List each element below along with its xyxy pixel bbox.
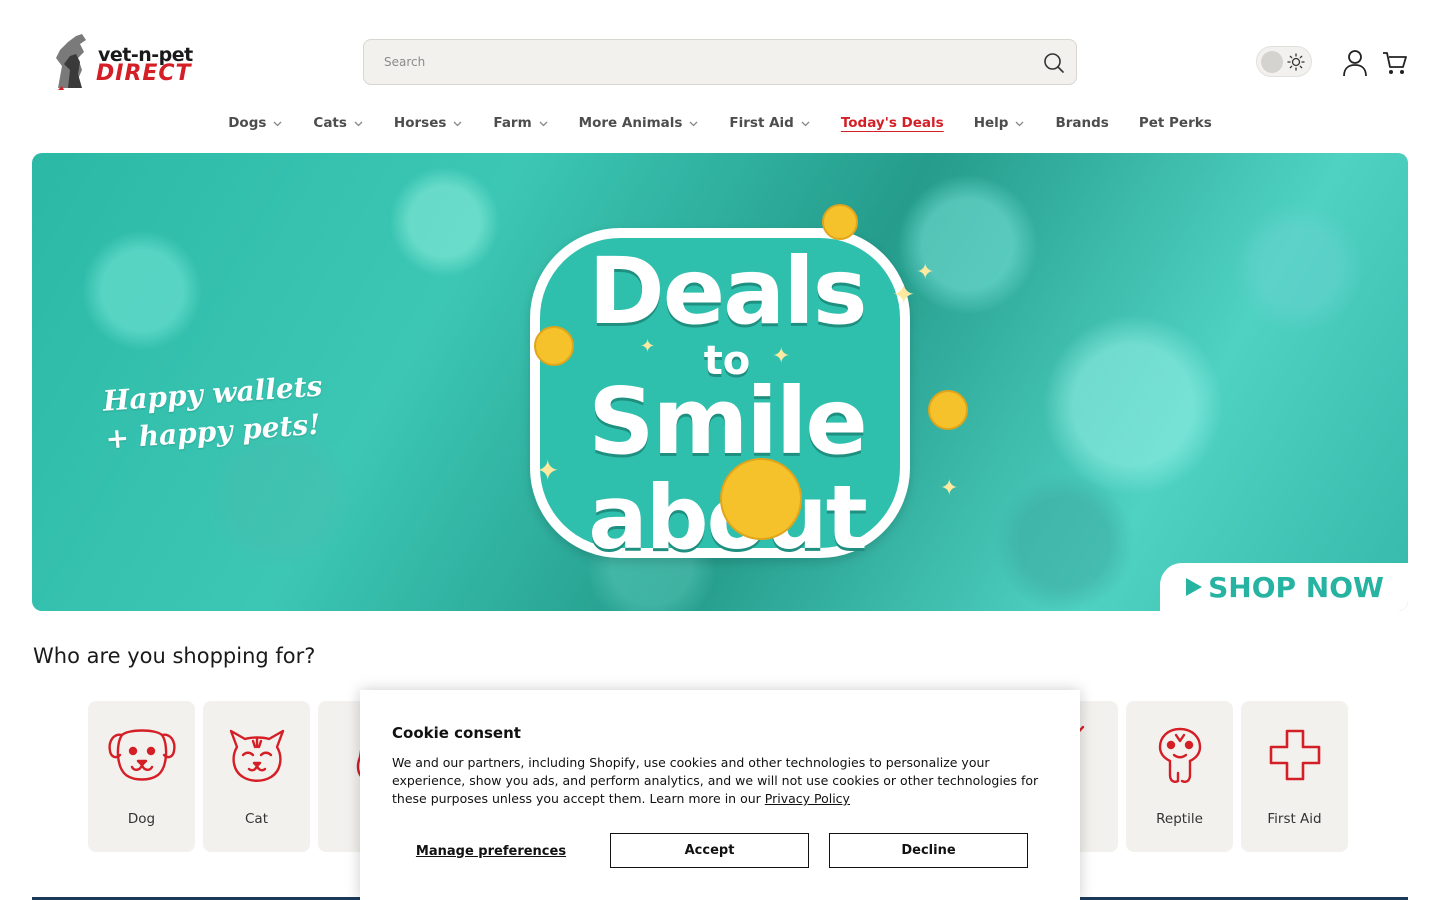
nav-dogs[interactable]: Dogs <box>228 108 283 138</box>
cookie-consent-dialog: Cookie consent We and our partners, incl… <box>360 690 1080 900</box>
nav-label: Cats <box>313 115 347 131</box>
chevron-down-icon <box>801 121 810 126</box>
nav-label: Dogs <box>228 115 267 131</box>
search-button[interactable] <box>1042 51 1066 75</box>
nav-cats[interactable]: Cats <box>313 108 364 138</box>
site-header: vet-n-pet DIRECT <box>0 0 1440 104</box>
cookie-body: We and our partners, including Shopify, … <box>392 754 1042 808</box>
hero-banner[interactable]: Happy wallets + happy pets! Deals to Smi… <box>32 153 1408 611</box>
user-icon <box>1343 50 1367 77</box>
sun-icon <box>1287 53 1305 71</box>
accept-button[interactable]: Accept <box>610 833 809 868</box>
nav-pet-perks[interactable]: Pet Perks <box>1139 108 1212 138</box>
nav-first-aid[interactable]: First Aid <box>729 108 810 138</box>
sparkle-icon: ✦ <box>640 336 656 357</box>
sparkle-icon: ✦ <box>772 344 791 369</box>
nav-brands[interactable]: Brands <box>1055 108 1108 138</box>
chevron-down-icon <box>453 121 462 126</box>
deals-badge: Deals to Smile about ✦ ✦ ✦ ✦ ✦ ✦ <box>522 204 968 569</box>
privacy-policy-link[interactable]: Privacy Policy <box>765 791 850 806</box>
section-title: Who are you shopping for? <box>33 644 316 668</box>
smile-emoji-icon <box>534 326 574 366</box>
shop-now-label: SHOP NOW <box>1208 570 1384 604</box>
decline-button[interactable]: Decline <box>829 833 1028 868</box>
badge-line-deals: Deals <box>588 238 867 345</box>
category-label: Reptile <box>1156 811 1203 827</box>
sparkle-icon: ✦ <box>940 476 959 501</box>
chevron-down-icon <box>354 121 363 126</box>
cookie-body-text: We and our partners, including Shopify, … <box>392 755 1039 806</box>
search-bar <box>363 39 1077 85</box>
category-label: Cat <box>245 811 268 827</box>
chevron-down-icon <box>273 121 282 126</box>
cat-icon <box>229 729 285 782</box>
nav-farm[interactable]: Farm <box>493 108 548 138</box>
nav-label: Brands <box>1055 115 1109 131</box>
reptile-icon <box>1158 727 1202 783</box>
sparkle-icon: ✦ <box>916 260 935 285</box>
dog-icon <box>108 729 176 781</box>
play-arrow-icon <box>1186 578 1203 596</box>
shop-now-button[interactable]: SHOP NOW <box>1160 563 1408 611</box>
smile-emoji-icon <box>822 204 858 240</box>
cookie-title: Cookie consent <box>392 724 521 742</box>
chevron-down-icon <box>1015 121 1024 126</box>
cart-button[interactable] <box>1381 49 1409 77</box>
manage-preferences-button[interactable]: Manage preferences <box>392 834 590 868</box>
site-logo[interactable]: vet-n-pet DIRECT <box>48 30 224 92</box>
hero-tagline: Happy wallets + happy pets! <box>102 367 327 458</box>
first-aid-cross-icon <box>1269 729 1321 781</box>
nav-label: Farm <box>493 115 532 131</box>
search-input[interactable] <box>384 40 1024 84</box>
cart-icon <box>1383 52 1407 74</box>
nav-label: More Animals <box>578 115 683 131</box>
theme-toggle-knob <box>1261 51 1283 73</box>
nav-todays-deals[interactable]: Today's Deals <box>841 108 944 138</box>
main-nav: Dogs Cats Horses Farm More Animals First… <box>0 108 1440 138</box>
nav-horses[interactable]: Horses <box>394 108 463 138</box>
category-card-reptile[interactable]: Reptile <box>1126 701 1233 852</box>
laugh-emoji-icon <box>720 458 802 540</box>
logo-text-bottom: DIRECT <box>96 61 192 86</box>
theme-toggle[interactable] <box>1256 46 1312 77</box>
nav-help[interactable]: Help <box>974 108 1026 138</box>
nav-label: Pet Perks <box>1138 115 1212 131</box>
sparkle-icon: ✦ <box>536 454 560 487</box>
chevron-down-icon <box>689 121 698 126</box>
category-card-first-aid[interactable]: First Aid <box>1241 701 1348 852</box>
nav-label: Help <box>973 115 1009 131</box>
nav-label: First Aid <box>729 115 794 131</box>
smile-emoji-icon <box>928 390 968 430</box>
category-card-dog[interactable]: Dog <box>88 701 195 852</box>
badge-line-smile: Smile <box>588 368 868 475</box>
category-label: First Aid <box>1267 811 1322 827</box>
chevron-down-icon <box>539 121 548 126</box>
sparkle-icon: ✦ <box>892 278 916 311</box>
nav-more-animals[interactable]: More Animals <box>579 108 700 138</box>
category-card-cat[interactable]: Cat <box>203 701 310 852</box>
account-button[interactable] <box>1342 49 1368 77</box>
search-icon <box>1044 53 1064 73</box>
nav-label: Today's Deals <box>840 115 944 131</box>
category-label: Dog <box>127 811 156 827</box>
nav-label: Horses <box>393 115 447 131</box>
